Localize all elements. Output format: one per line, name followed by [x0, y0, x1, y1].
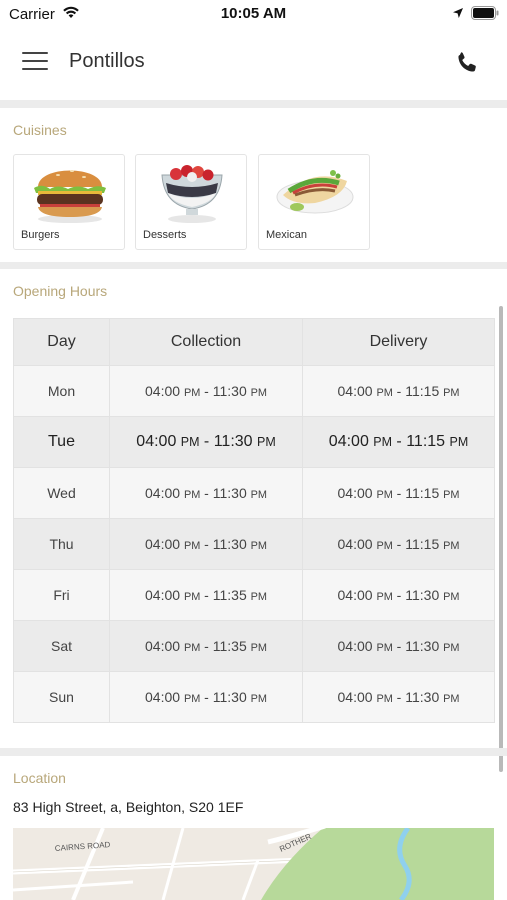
- cuisine-label: Burgers: [21, 229, 60, 241]
- dessert-image: [161, 165, 223, 223]
- address-text: 83 High Street, a, Beighton, S20 1EF: [13, 799, 244, 815]
- cuisine-label: Desserts: [143, 229, 187, 241]
- collection-hours-cell: 04:00 PM - 11:30 PM: [109, 671, 303, 723]
- opening-hours-table: Day Collection Delivery Mon 04:00 PM - 1…: [13, 318, 495, 723]
- app-header: Pontillos: [0, 28, 507, 100]
- location-arrow-icon: [453, 8, 463, 18]
- section-divider: [0, 748, 507, 756]
- column-header-collection: Collection: [109, 318, 303, 366]
- opening-hours-title: Opening Hours: [13, 283, 108, 299]
- collection-hours-cell: 04:00 PM - 11:30 PM: [109, 518, 303, 570]
- day-cell: Tue: [13, 416, 110, 468]
- status-bar: Carrier 10:05 AM: [0, 0, 507, 28]
- map-graphic: CAIRNS ROAD ROTHER: [13, 828, 494, 900]
- mexican-image: [276, 170, 354, 214]
- delivery-hours-cell: 04:00 PM - 11:30 PM: [302, 569, 495, 621]
- delivery-hours-cell: 04:00 PM - 11:30 PM: [302, 620, 495, 672]
- day-cell: Sun: [13, 671, 110, 723]
- day-cell: Mon: [13, 365, 110, 417]
- table-row: Sun 04:00 PM - 11:30 PM 04:00 PM - 11:30…: [13, 671, 495, 723]
- cuisine-card-desserts[interactable]: Desserts: [135, 154, 247, 250]
- cuisines-title: Cuisines: [13, 122, 67, 138]
- table-row-today: Tue 04:00 PM - 11:30 PM 04:00 PM - 11:15…: [13, 416, 495, 468]
- delivery-hours-cell: 04:00 PM - 11:15 PM: [302, 518, 495, 570]
- day-cell: Thu: [13, 518, 110, 570]
- table-header-row: Day Collection Delivery: [13, 318, 495, 366]
- phone-icon[interactable]: [454, 50, 480, 76]
- vertical-scrollbar[interactable]: [499, 306, 503, 772]
- day-cell: Sat: [13, 620, 110, 672]
- cuisine-card-burgers[interactable]: Burgers: [13, 154, 125, 250]
- table-row: Fri 04:00 PM - 11:35 PM 04:00 PM - 11:30…: [13, 569, 495, 621]
- delivery-hours-cell: 04:00 PM - 11:15 PM: [302, 416, 495, 468]
- table-row: Mon 04:00 PM - 11:30 PM 04:00 PM - 11:15…: [13, 365, 495, 417]
- column-header-delivery: Delivery: [302, 318, 495, 366]
- battery-icon: [471, 6, 499, 20]
- collection-hours-cell: 04:00 PM - 11:35 PM: [109, 620, 303, 672]
- location-map[interactable]: CAIRNS ROAD ROTHER: [13, 828, 494, 900]
- location-title: Location: [13, 770, 66, 786]
- table-row: Wed 04:00 PM - 11:30 PM 04:00 PM - 11:15…: [13, 467, 495, 519]
- burger-image: [34, 170, 106, 223]
- day-cell: Fri: [13, 569, 110, 621]
- table-row: Sat 04:00 PM - 11:35 PM 04:00 PM - 11:30…: [13, 620, 495, 672]
- section-divider: [0, 100, 507, 108]
- page-title: Pontillos: [69, 50, 145, 72]
- delivery-hours-cell: 04:00 PM - 11:15 PM: [302, 467, 495, 519]
- collection-hours-cell: 04:00 PM - 11:30 PM: [109, 365, 303, 417]
- collection-hours-cell: 04:00 PM - 11:30 PM: [109, 467, 303, 519]
- day-cell: Wed: [13, 467, 110, 519]
- hamburger-menu-icon[interactable]: [22, 52, 48, 74]
- table-row: Thu 04:00 PM - 11:30 PM 04:00 PM - 11:15…: [13, 518, 495, 570]
- section-divider: [0, 262, 507, 269]
- collection-hours-cell: 04:00 PM - 11:30 PM: [109, 416, 303, 468]
- clock-time: 10:05 AM: [220, 5, 287, 22]
- delivery-hours-cell: 04:00 PM - 11:15 PM: [302, 365, 495, 417]
- collection-hours-cell: 04:00 PM - 11:35 PM: [109, 569, 303, 621]
- column-header-day: Day: [13, 318, 110, 366]
- cuisine-card-mexican[interactable]: Mexican: [258, 154, 370, 250]
- cuisine-label: Mexican: [266, 229, 307, 241]
- delivery-hours-cell: 04:00 PM - 11:30 PM: [302, 671, 495, 723]
